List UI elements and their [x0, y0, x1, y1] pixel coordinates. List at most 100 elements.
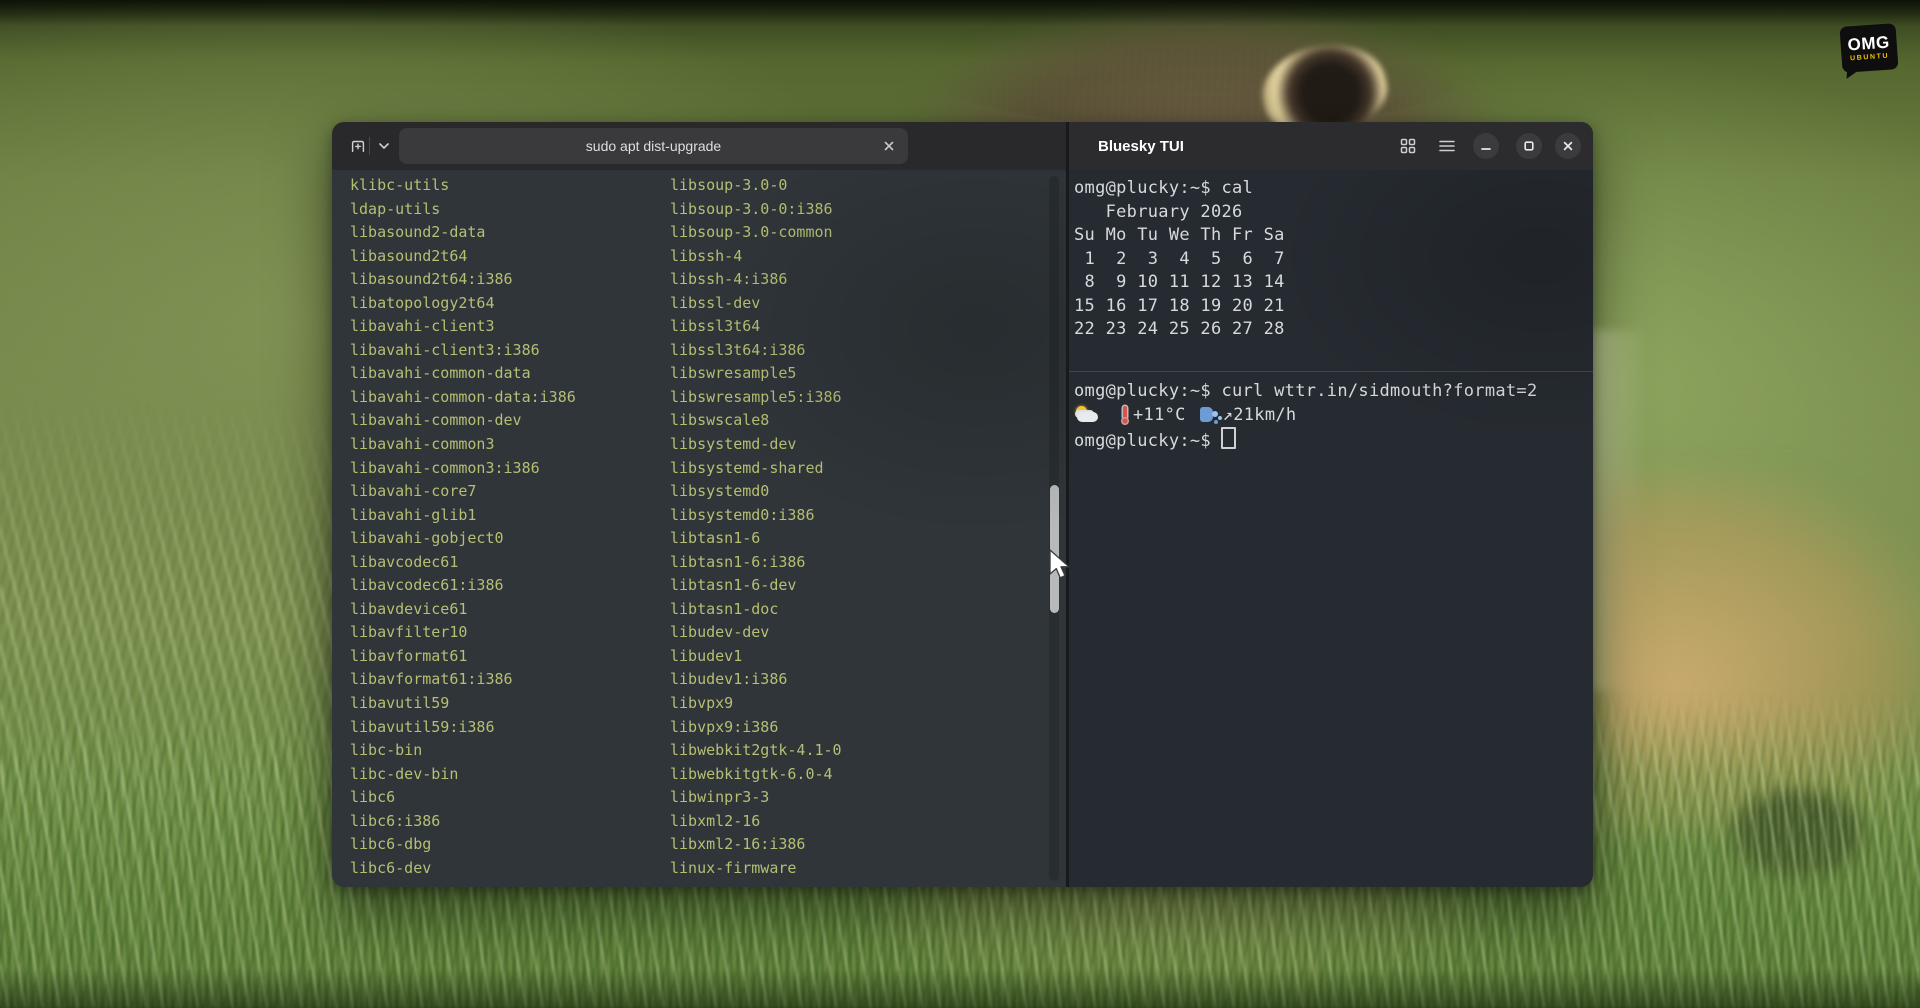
- main-menu-button[interactable]: [1434, 133, 1460, 159]
- package-name: libtasn1-6: [670, 527, 842, 551]
- package-name: libatopology2t64: [350, 292, 576, 316]
- package-name: libsoup-3.0-common: [670, 221, 842, 245]
- package-name: libc6:i386: [350, 810, 576, 834]
- package-name: libavahi-client3: [350, 315, 576, 339]
- package-name: libavahi-common3:i386: [350, 457, 576, 481]
- shell-terminal[interactable]: omg@plucky:~$cal February 2026Su Mo Tu W…: [1069, 170, 1593, 887]
- package-name: libavdevice61: [350, 598, 576, 622]
- package-name: libsoup-3.0-0: [670, 174, 842, 198]
- package-name: libsystemd-shared: [670, 457, 842, 481]
- package-name: libvpx9:i386: [670, 716, 842, 740]
- package-name: libasound2-data: [350, 221, 576, 245]
- weather-temperature: +11°C: [1133, 405, 1186, 425]
- cal-output: February 2026Su Mo Tu We Th Fr Sa 1 2 3 …: [1074, 201, 1285, 342]
- wind-icon: [1200, 406, 1222, 424]
- package-name: libtasn1-doc: [670, 598, 842, 622]
- omg-ubuntu-logo: OMG UBUNTU: [1839, 23, 1898, 73]
- package-name: libavfilter10: [350, 621, 576, 645]
- package-name: libwinpr3-3: [670, 786, 842, 810]
- sun-behind-cloud-icon: [1074, 406, 1100, 424]
- package-name: libavahi-core7: [350, 480, 576, 504]
- terminal-windows: sudo apt dist-upgrade Bluesky TUI: [332, 122, 1593, 887]
- terminal-line: omg@plucky:~$ curl wttr.in/sidmouth?forma…: [1074, 380, 1538, 404]
- package-name: libwebkit2gtk-4.1-0: [670, 739, 842, 763]
- hamburger-menu-icon: [1439, 139, 1455, 153]
- package-name: libavahi-common-data: [350, 362, 576, 386]
- new-tab-button[interactable]: [345, 133, 371, 159]
- cal-command-block: omg@plucky:~$cal February 2026Su Mo Tu W…: [1074, 177, 1285, 342]
- package-name: libwebkitgtk-6.0-4: [670, 763, 842, 787]
- package-name: libxml2-16:i386: [670, 833, 842, 857]
- terminal-line: February 2026: [1074, 201, 1285, 225]
- package-name: libavformat61:i386: [350, 668, 576, 692]
- package-name: ldap-utils: [350, 198, 576, 222]
- window-title: Bluesky TUI: [1098, 122, 1184, 170]
- package-name: libavahi-common3: [350, 433, 576, 457]
- minimize-icon: [1480, 140, 1492, 152]
- scrollbar-thumb[interactable]: [1050, 485, 1059, 613]
- package-name: libavformat61: [350, 645, 576, 669]
- tab-close-button[interactable]: [878, 135, 900, 157]
- terminal-line: 1 2 3 4 5 6 7: [1074, 248, 1285, 272]
- package-name: libsystemd-dev: [670, 433, 842, 457]
- package-name: linux-firmware: [670, 857, 842, 881]
- terminal-line: 8 9 10 11 12 13 14: [1074, 271, 1285, 295]
- shell-prompt: omg@plucky:~$: [1074, 381, 1211, 401]
- scrollback-separator: [1069, 371, 1593, 372]
- package-name: libtasn1-6:i386: [670, 551, 842, 575]
- close-icon: [883, 140, 895, 152]
- package-name: libavahi-gobject0: [350, 527, 576, 551]
- package-name: libc6-dbg: [350, 833, 576, 857]
- package-name: libc-bin: [350, 739, 576, 763]
- package-name: libssh-4:i386: [670, 268, 842, 292]
- desktop: OMG UBUNTU sudo apt dist-upgrade: [0, 0, 1920, 1008]
- terminal-line: 15 16 17 18 19 20 21: [1074, 295, 1285, 319]
- tab-new-icon: [349, 137, 367, 155]
- header-separator: [369, 137, 370, 155]
- apt-upgrade-terminal[interactable]: klibc-utilsldap-utilslibasound2-dataliba…: [332, 170, 1066, 887]
- weather-wind-speed: ↗21km/h: [1223, 405, 1297, 425]
- raccoon-head-fur: [930, 18, 1470, 128]
- package-name: libavutil59:i386: [350, 716, 576, 740]
- terminal-line: omg@plucky:~$cal: [1074, 177, 1285, 201]
- maximize-icon: [1523, 140, 1535, 152]
- package-name: libasound2t64: [350, 245, 576, 269]
- package-name: libssl3t64: [670, 315, 842, 339]
- bottom-shadow: [0, 968, 1920, 1008]
- tab-overview-button[interactable]: [1395, 133, 1421, 159]
- window-divider: [1066, 122, 1069, 887]
- terminal-line: Su Mo Tu We Th Fr Sa: [1074, 224, 1285, 248]
- grid-icon: [1400, 138, 1416, 154]
- package-name: libssl-dev: [670, 292, 842, 316]
- chevron-down-icon: [377, 139, 391, 153]
- terminal-line: 22 23 24 25 26 27 28: [1074, 318, 1285, 342]
- package-name: libavcodec61: [350, 551, 576, 575]
- shell-terminal-content: omg@plucky:~$cal February 2026Su Mo Tu W…: [1069, 170, 1593, 887]
- package-name: libavutil59: [350, 692, 576, 716]
- package-name: libssh-4: [670, 245, 842, 269]
- weather-output-line: +11°C ↗21km/h: [1074, 404, 1538, 428]
- package-name: libsoup-3.0-0:i386: [670, 198, 842, 222]
- close-icon: [1562, 140, 1574, 152]
- tab-sudo-apt-dist-upgrade[interactable]: sudo apt dist-upgrade: [399, 128, 908, 164]
- package-name: klibc-utils: [350, 174, 576, 198]
- maximize-button[interactable]: [1516, 133, 1542, 159]
- curl-command: curl wttr.in/sidmouth?format=2: [1221, 381, 1537, 401]
- curl-command-block: omg@plucky:~$ curl wttr.in/sidmouth?forma…: [1074, 380, 1538, 451]
- tab-list-button[interactable]: [373, 133, 395, 159]
- minimize-button[interactable]: [1473, 133, 1499, 159]
- package-name: libssl3t64:i386: [670, 339, 842, 363]
- package-name: libudev1: [670, 645, 842, 669]
- package-name: libswresample5:i386: [670, 386, 842, 410]
- close-button[interactable]: [1555, 133, 1581, 159]
- package-name: libudev-dev: [670, 621, 842, 645]
- omg-ubuntu-logo-top: OMG: [1847, 33, 1890, 53]
- package-name: libtasn1-6-dev: [670, 574, 842, 598]
- package-name: libc6: [350, 786, 576, 810]
- package-name: libavcodec61:i386: [350, 574, 576, 598]
- package-name: libsystemd0:i386: [670, 504, 842, 528]
- package-name: libswscale8: [670, 409, 842, 433]
- terminal-cursor: [1221, 427, 1236, 449]
- package-name: libavahi-common-dev: [350, 409, 576, 433]
- package-name: libswresample5: [670, 362, 842, 386]
